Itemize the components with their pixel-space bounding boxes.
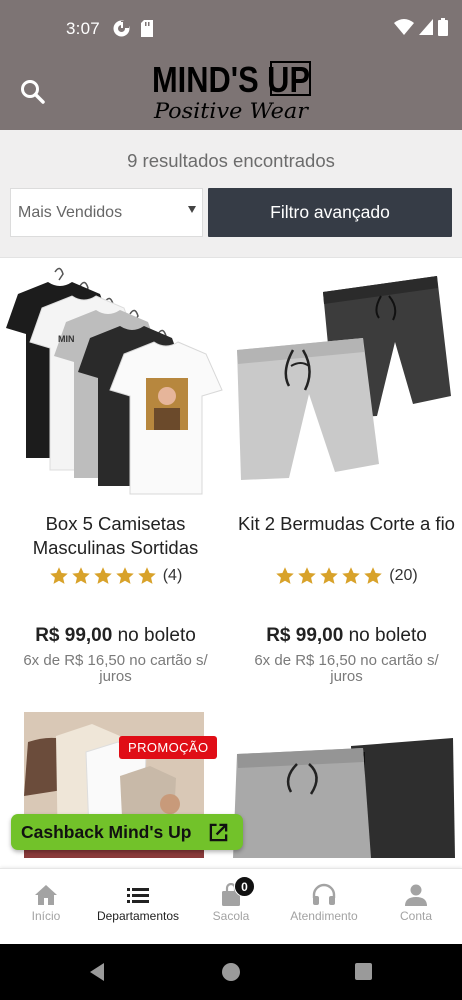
- cashback-label: Cashback Mind's Up: [21, 821, 192, 842]
- tab-departments[interactable]: Departamentos: [92, 869, 184, 945]
- chevron-down-icon: [188, 206, 196, 213]
- external-link-icon: [209, 823, 228, 842]
- installments-text: 6x de R$ 16,50 no cartão s/ juros: [23, 652, 208, 685]
- tab-label: Sacola: [212, 909, 250, 923]
- sort-select[interactable]: Mais Vendidos: [10, 188, 203, 237]
- price-suffix: no boleto: [117, 625, 196, 646]
- brand-logo[interactable]: MIND'S UP Positive Wear: [150, 58, 312, 123]
- product-price: R$ 99,00 no boleto: [231, 625, 462, 647]
- person-icon: [405, 884, 427, 906]
- tab-account[interactable]: Conta: [370, 869, 462, 945]
- star-icon: [364, 567, 383, 584]
- signal-icon: [419, 19, 433, 35]
- bottom-tab-bar: Início Departamentos Sacola Atendimento …: [0, 868, 462, 944]
- star-icon: [342, 567, 361, 584]
- product-price: R$ 99,00 no boleto: [0, 625, 231, 647]
- star-icon: [71, 567, 90, 584]
- price-value: R$ 99,00: [266, 625, 344, 646]
- shorts-photo: [231, 258, 462, 498]
- tshirts-photo: MIN: [0, 258, 231, 498]
- recents-icon[interactable]: [355, 963, 372, 980]
- product-card[interactable]: MIN Box 5 Camisetas Masculinas Sortidas …: [0, 258, 231, 698]
- home-icon: [35, 885, 57, 905]
- product-image[interactable]: [231, 258, 462, 498]
- status-bar: 3:07: [0, 0, 462, 56]
- review-count: (20): [389, 567, 418, 584]
- home-nav-icon[interactable]: [222, 963, 240, 981]
- star-icon: [49, 567, 68, 584]
- product-rating: (4): [0, 566, 231, 586]
- tab-support[interactable]: Atendimento: [278, 869, 370, 945]
- sd-card-icon: [141, 20, 153, 37]
- product-name[interactable]: Box 5 Camisetas Masculinas Sortidas: [0, 512, 231, 560]
- search-icon[interactable]: [18, 77, 48, 107]
- sort-selected-value: Mais Vendidos: [18, 204, 123, 221]
- star-icon: [93, 567, 112, 584]
- results-count: 9 resultados encontrados: [127, 150, 335, 171]
- status-time: 3:07: [66, 19, 100, 38]
- tab-label: Atendimento: [290, 909, 358, 923]
- logo-mark: MIND'S UP Positive Wear: [152, 59, 311, 123]
- star-icon: [276, 567, 295, 584]
- advanced-filter-button[interactable]: Filtro avançado: [208, 188, 452, 237]
- star-icon: [298, 567, 317, 584]
- product-image[interactable]: [231, 712, 462, 858]
- status-icons: [394, 18, 448, 36]
- battery-icon: [438, 18, 448, 36]
- product-image[interactable]: MIN: [0, 258, 231, 498]
- headset-icon: [312, 883, 336, 905]
- star-icon: [320, 567, 339, 584]
- tab-label: Início: [31, 909, 61, 923]
- list-icon: [127, 888, 149, 903]
- product-name[interactable]: Kit 2 Bermudas Corte a fio: [231, 512, 462, 536]
- product-card[interactable]: [231, 712, 462, 858]
- results-toolbar: 9 resultados encontrados Mais Vendidos F…: [0, 130, 462, 258]
- cashback-button[interactable]: Cashback Mind's Up: [11, 814, 243, 850]
- promo-badge: PROMOÇÃO: [119, 736, 218, 759]
- installments-text: 6x de R$ 16,50 no cartão s/ juros: [254, 652, 439, 685]
- product-card[interactable]: Kit 2 Bermudas Corte a fio (20) R$ 99,00…: [231, 258, 462, 698]
- system-nav-bar: [0, 944, 462, 1000]
- price-suffix: no boleto: [348, 625, 427, 646]
- star-icon: [137, 567, 156, 584]
- svg-text:MIN: MIN: [58, 334, 75, 344]
- tab-home[interactable]: Início: [0, 869, 92, 945]
- app-header: 3:07 MIND'S UP Positive Wear: [0, 0, 462, 130]
- tab-bag[interactable]: Sacola: [184, 869, 278, 945]
- tab-label: Departamentos: [96, 909, 180, 923]
- app-notification-icon: [113, 20, 130, 37]
- tab-label: Conta: [399, 909, 433, 923]
- svg-text:MIND'S UP: MIND'S UP: [152, 59, 310, 100]
- back-icon[interactable]: [88, 962, 106, 982]
- price-value: R$ 99,00: [35, 625, 113, 646]
- svg-text:Positive Wear: Positive Wear: [153, 99, 310, 122]
- shorts-photo: [231, 712, 462, 858]
- bag-count-badge: 0: [234, 876, 255, 897]
- wifi-icon: [394, 19, 414, 35]
- star-icon: [115, 567, 134, 584]
- product-rating: (20): [231, 566, 462, 586]
- review-count: (4): [162, 567, 183, 584]
